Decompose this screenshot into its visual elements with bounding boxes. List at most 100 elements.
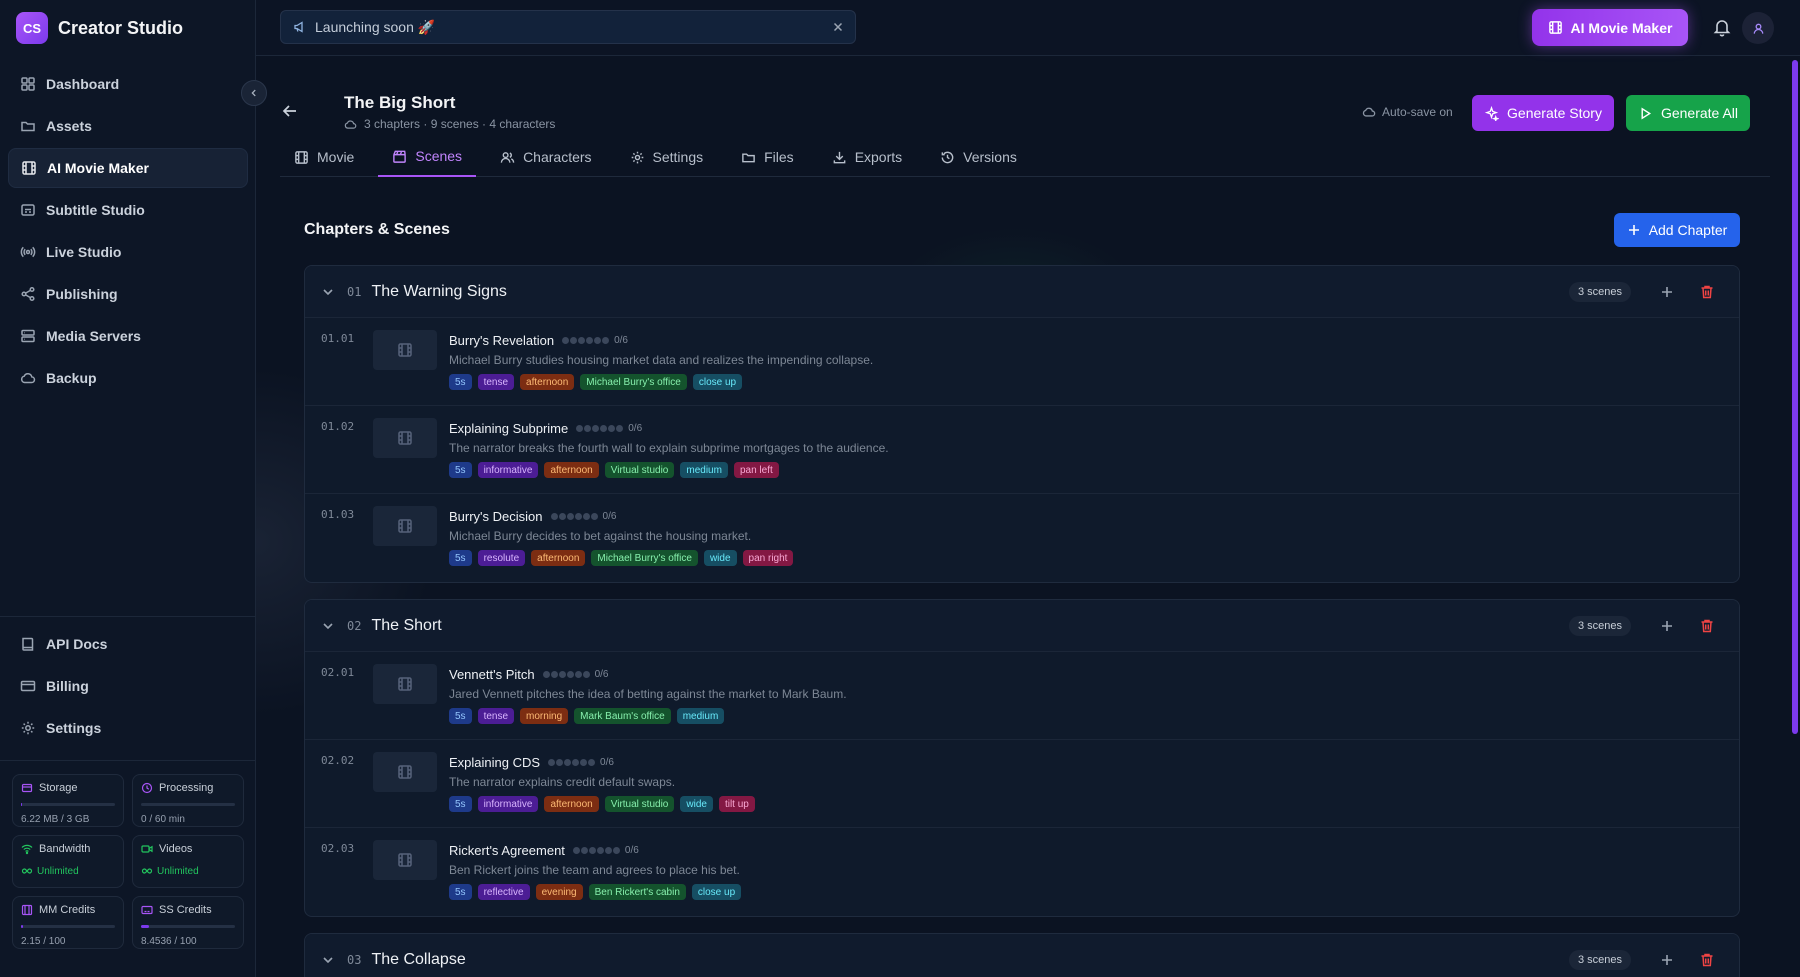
scene-thumbnail[interactable] — [373, 330, 437, 370]
progress-dot — [594, 337, 602, 344]
progress-dots — [576, 425, 624, 432]
stat-value: Unlimited — [37, 865, 79, 877]
bell-icon[interactable] — [1712, 17, 1732, 37]
progress-dot — [584, 425, 592, 432]
close-icon[interactable] — [831, 20, 845, 34]
scene-tag-dur: 5s — [449, 708, 472, 724]
sidebar-item-dashboard[interactable]: Dashboard — [8, 64, 248, 104]
stat-label: Processing — [159, 782, 214, 794]
add-chapter-button[interactable]: Add Chapter — [1614, 213, 1740, 247]
stat-videos: Videos Unlimited — [132, 835, 244, 888]
sidebar-item-api-docs[interactable]: API Docs — [8, 624, 248, 664]
chevron-down-icon[interactable] — [321, 619, 335, 633]
sidebar-item-subtitle-studio[interactable]: Subtitle Studio — [8, 190, 248, 230]
avatar[interactable] — [1742, 12, 1774, 44]
scene-row[interactable]: 02.01 Vennett's Pitch 0/6 Jared Vennett pit… — [305, 652, 1739, 740]
ai-movie-maker-label: AI Movie Maker — [1570, 19, 1673, 36]
captions-icon — [141, 904, 153, 916]
progress-dot — [580, 847, 588, 854]
autosave-indicator: Auto-save on — [1362, 105, 1453, 119]
scene-row[interactable]: 01.03 Burry's Decision 0/6 Michael Burry de… — [305, 494, 1739, 582]
scene-tag-loc: Michael Burry's office — [591, 550, 698, 566]
sidebar-item-backup[interactable]: Backup — [8, 358, 248, 398]
generate-story-button[interactable]: Generate Story — [1472, 95, 1614, 131]
scene-row[interactable]: 01.02 Explaining Subprime 0/6 The narrator … — [305, 406, 1739, 494]
scene-row[interactable]: 02.02 Explaining CDS 0/6 The narrator expla… — [305, 740, 1739, 828]
sidebar-item-publishing[interactable]: Publishing — [8, 274, 248, 314]
scene-number: 02.01 — [321, 666, 355, 679]
scene-number: 01.01 — [321, 332, 355, 345]
chapter-card: 02 The Short 3 scenes 02.01 Vennett's Pitch 0… — [304, 599, 1740, 917]
gear-icon — [20, 720, 36, 736]
scene-row[interactable]: 01.01 Burry's Revelation 0/6 Michael Burry … — [305, 318, 1739, 406]
tab-scenes[interactable]: Scenes — [378, 137, 477, 177]
progress-dots — [548, 759, 596, 766]
database-icon — [21, 782, 33, 794]
progress-dots — [562, 337, 610, 344]
trash-icon[interactable] — [1699, 284, 1715, 300]
ai-movie-maker-button[interactable]: AI Movie Maker — [1532, 9, 1688, 46]
stat-label: SS Credits — [159, 904, 212, 916]
scene-description: Jared Vennett pitches the idea of bettin… — [449, 687, 847, 701]
back-arrow-icon[interactable] — [280, 101, 300, 121]
progress-dot — [550, 513, 558, 520]
scene-thumbnail[interactable] — [373, 506, 437, 546]
tab-label: Movie — [317, 149, 355, 165]
scrollbar[interactable] — [1792, 60, 1798, 734]
tab-files[interactable]: Files — [727, 137, 808, 177]
chapter-number: 03 — [347, 952, 362, 967]
progress-dot — [586, 337, 594, 344]
film-icon — [397, 676, 413, 692]
chapter-header[interactable]: 03 The Collapse 3 scenes — [305, 934, 1739, 977]
sidebar-collapse-button[interactable] — [241, 80, 267, 106]
sidebar-item-billing[interactable]: Billing — [8, 666, 248, 706]
film-icon — [397, 764, 413, 780]
brand[interactable]: CS Creator Studio — [16, 12, 183, 44]
trash-icon[interactable] — [1699, 952, 1715, 968]
scene-thumbnail[interactable] — [373, 752, 437, 792]
tab-movie[interactable]: Movie — [280, 137, 368, 177]
tab-settings[interactable]: Settings — [616, 137, 718, 177]
add-scene-icon[interactable] — [1659, 952, 1675, 968]
generate-story-label: Generate Story — [1507, 105, 1602, 121]
chevron-down-icon[interactable] — [321, 285, 335, 299]
sidebar-item-media-servers[interactable]: Media Servers — [8, 316, 248, 356]
scene-number: 01.03 — [321, 508, 355, 521]
scene-thumbnail[interactable] — [373, 840, 437, 880]
chapter-header[interactable]: 02 The Short 3 scenes — [305, 600, 1739, 652]
add-scene-icon[interactable] — [1659, 284, 1675, 300]
scene-thumbnail[interactable] — [373, 418, 437, 458]
add-scene-icon[interactable] — [1659, 618, 1675, 634]
main-content: The Big Short 3 chapters · 9 scenes · 4 … — [256, 57, 1800, 977]
sidebar-item-label: API Docs — [46, 636, 108, 652]
scene-number: 02.02 — [321, 754, 355, 767]
progress-dot — [576, 425, 584, 432]
scene-progress: 0/6 — [628, 423, 643, 434]
sidebar-item-assets[interactable]: Assets — [8, 106, 248, 146]
stat-label: Bandwidth — [39, 843, 91, 855]
scene-tag-shot: medium — [680, 462, 728, 478]
stat-value: 8.4536 / 100 — [141, 936, 197, 947]
sidebar-item-live-studio[interactable]: Live Studio — [8, 232, 248, 272]
tab-characters[interactable]: Characters — [486, 137, 605, 177]
sidebar-item-ai-movie-maker[interactable]: AI Movie Maker — [8, 148, 248, 188]
trash-icon[interactable] — [1699, 618, 1715, 634]
chevron-down-icon[interactable] — [321, 953, 335, 967]
tab-versions[interactable]: Versions — [926, 137, 1031, 177]
sidebar-item-settings[interactable]: Settings — [8, 708, 248, 748]
processing-progress — [141, 803, 235, 806]
generate-all-button[interactable]: Generate All — [1626, 95, 1750, 131]
scene-number: 01.02 — [321, 420, 355, 433]
scene-tag-mood: tense — [477, 374, 515, 390]
progress-dot — [580, 759, 588, 766]
scene-title: Burry's Decision — [449, 509, 543, 524]
tab-exports[interactable]: Exports — [818, 137, 916, 177]
scene-tag-loc: Mark Baum's office — [574, 708, 671, 724]
grid-icon — [20, 76, 36, 92]
progress-dot — [556, 759, 564, 766]
scene-thumbnail[interactable] — [373, 664, 437, 704]
scene-tag-shot: wide — [680, 796, 713, 812]
progress-dot — [588, 759, 596, 766]
scene-row[interactable]: 02.03 Rickert's Agreement 0/6 Ben Rickert j… — [305, 828, 1739, 916]
chapter-header[interactable]: 01 The Warning Signs 3 scenes — [305, 266, 1739, 318]
